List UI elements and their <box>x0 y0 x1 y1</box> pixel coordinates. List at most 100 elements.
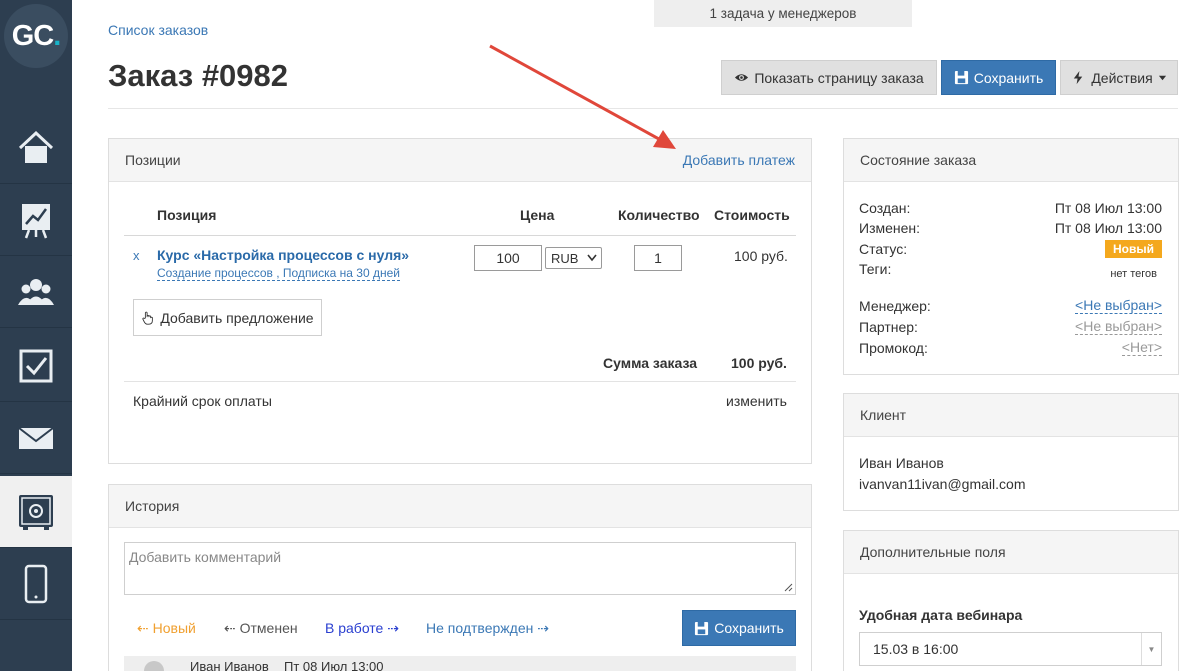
save-label: Сохранить <box>973 69 1044 86</box>
manager-label: Менеджер: <box>859 298 931 314</box>
floppy-icon <box>695 621 709 635</box>
sidebar-item-home[interactable] <box>0 112 72 184</box>
left-arrow-icon: ⇠ <box>224 620 236 636</box>
show-order-page-button[interactable]: Показать страницу заказа <box>721 60 937 95</box>
status-in-work-link[interactable]: В работе ⇢ <box>325 620 399 637</box>
hand-pointer-icon <box>142 311 154 325</box>
floppy-icon <box>954 70 968 85</box>
sidebar: GC. <box>0 0 72 671</box>
client-name-link[interactable]: Иван Иванов <box>859 455 944 471</box>
logo[interactable]: GC. <box>0 0 72 72</box>
logo-text: GC <box>11 19 54 52</box>
positions-title: Позиции <box>125 152 181 168</box>
history-entry-author: Иван Иванов <box>190 659 269 671</box>
client-panel: Клиент <box>843 393 1179 511</box>
history-title: История <box>125 498 180 514</box>
actions-dropdown[interactable]: Действия <box>1060 60 1178 95</box>
currency-value: RUB <box>551 250 579 266</box>
chevron-down-icon: ▼ <box>1141 633 1161 665</box>
add-offer-label: Добавить предложение <box>160 309 314 326</box>
resize-grip-icon[interactable] <box>784 583 793 592</box>
sidebar-item-sales[interactable] <box>0 476 72 548</box>
sidebar-item-tasks[interactable] <box>0 330 72 402</box>
status-cancelled-label: Отменен <box>239 620 298 636</box>
status-in-work-label: В работе <box>325 620 384 636</box>
total-value: 100 руб. <box>731 355 787 371</box>
total-label: Сумма заказа <box>603 355 698 371</box>
partner-label: Партнер: <box>859 319 918 335</box>
history-header: История <box>109 485 811 528</box>
positions-header: Позиции Добавить платеж <box>109 139 811 182</box>
status-cancelled-link[interactable]: ⇠ Отменен <box>224 620 298 637</box>
remove-position-button[interactable]: x <box>133 248 140 263</box>
changed-label: Изменен: <box>859 220 921 236</box>
comment-textarea[interactable]: Добавить комментарий <box>124 542 796 595</box>
users-icon <box>18 278 54 305</box>
actions-label: Действия <box>1091 69 1153 86</box>
column-cost: Стоимость <box>714 207 790 223</box>
task-notice[interactable]: 1 задача у менеджеров <box>654 0 912 27</box>
price-input[interactable]: 100 <box>474 245 542 271</box>
sidebar-item-users[interactable] <box>0 256 72 328</box>
bolt-icon <box>1074 70 1083 85</box>
created-value: Пт 08 Июл 13:00 <box>1054 200 1162 216</box>
mail-icon <box>18 426 54 449</box>
order-state-header: Состояние заказа <box>844 139 1178 182</box>
webinar-date-label: Удобная дата вебинара <box>859 607 1023 623</box>
position-offer-link[interactable]: Создание процессов , Подписка на 30 дней <box>157 266 400 281</box>
save-button[interactable]: Сохранить <box>941 60 1056 95</box>
changed-value: Пт 08 Июл 13:00 <box>1054 220 1162 236</box>
tags-label: Теги: <box>859 261 892 277</box>
client-title: Клиент <box>860 407 907 423</box>
history-save-button[interactable]: Сохранить <box>682 610 796 646</box>
status-unconfirmed-label: Не подтвержден <box>426 620 534 636</box>
currency-select[interactable]: RUB <box>545 247 602 269</box>
quantity-input[interactable]: 1 <box>634 245 682 271</box>
page-title: Заказ #0982 <box>108 58 289 93</box>
history-save-label: Сохранить <box>714 620 784 636</box>
status-new-label: Новый <box>152 620 196 636</box>
header-divider <box>108 108 1178 109</box>
history-entry-date: Пт 08 Июл 13:00 <box>284 659 384 671</box>
right-arrow-icon: ⇢ <box>537 620 549 636</box>
promo-label: Промокод: <box>859 340 928 356</box>
promo-select-link[interactable]: <Нет> <box>1121 340 1162 356</box>
extra-fields-title: Дополнительные поля <box>860 544 1006 560</box>
table-header-divider <box>124 235 796 236</box>
chart-board-icon <box>22 203 50 238</box>
phone-icon <box>24 564 48 603</box>
sidebar-item-mobile[interactable] <box>0 548 72 620</box>
sidebar-item-mail[interactable] <box>0 402 72 474</box>
safe-icon <box>19 494 53 530</box>
manager-select-link[interactable]: <Не выбран> <box>1075 298 1162 314</box>
eye-icon <box>735 74 749 81</box>
column-quantity: Количество <box>618 207 700 223</box>
column-position: Позиция <box>157 207 217 223</box>
show-order-page-label: Показать страницу заказа <box>754 69 924 86</box>
comment-placeholder: Добавить комментарий <box>129 549 282 565</box>
created-label: Создан: <box>859 200 911 216</box>
status-unconfirmed-link[interactable]: Не подтвержден ⇢ <box>426 620 549 637</box>
caret-down-icon <box>1158 75 1166 81</box>
logo-dot: . <box>53 19 61 52</box>
checkbox-icon <box>19 349 53 382</box>
avatar <box>144 661 164 671</box>
order-state-title: Состояние заказа <box>860 152 977 168</box>
add-offer-button[interactable]: Добавить предложение <box>133 299 322 336</box>
webinar-date-select[interactable]: 15.03 в 16:00 ▼ <box>859 632 1162 666</box>
deadline-change-link[interactable]: изменить <box>726 393 787 409</box>
sidebar-item-stats[interactable] <box>0 184 72 256</box>
total-divider <box>124 381 796 382</box>
position-name-link[interactable]: Курс «Настройка процессов с нуля» <box>157 247 409 263</box>
tags-value[interactable]: нет тегов <box>1110 268 1157 280</box>
add-payment-link[interactable]: Добавить платеж <box>683 152 795 168</box>
history-entry: Иван Иванов Пт 08 Июл 13:00 <box>124 656 796 671</box>
deadline-label: Крайний срок оплаты <box>133 393 272 409</box>
extra-fields-header: Дополнительные поля <box>844 531 1178 574</box>
left-arrow-icon: ⇠ <box>137 620 149 636</box>
breadcrumb[interactable]: Список заказов <box>108 22 208 38</box>
status-new-link[interactable]: ⇠ Новый <box>137 620 196 637</box>
client-email: ivanvan11ivan@gmail.com <box>859 476 1026 492</box>
partner-select-link[interactable]: <Не выбран> <box>1075 319 1162 335</box>
status-label: Статус: <box>859 241 908 257</box>
